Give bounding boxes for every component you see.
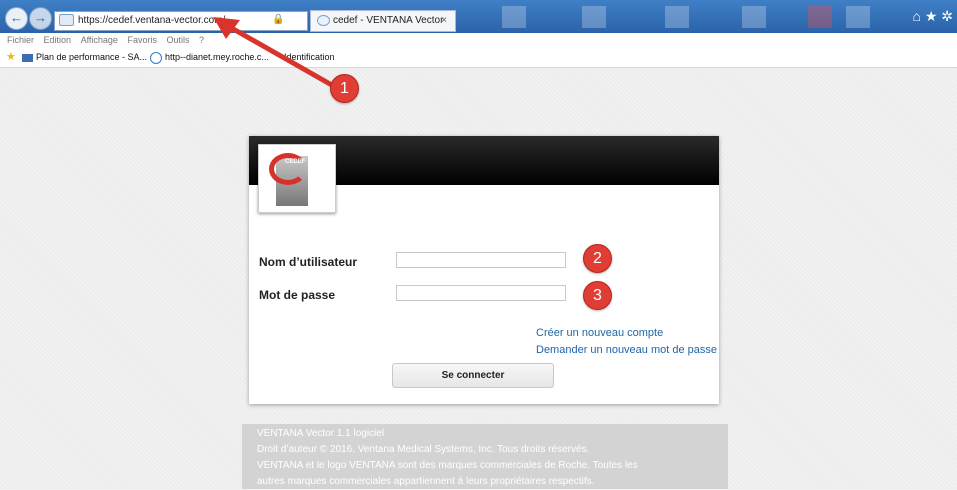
annotation-badge-1: 1: [330, 74, 359, 103]
arrow-shaft: [225, 23, 340, 91]
annotation-badge-3: 3: [583, 281, 612, 310]
annotation-badge-2: 2: [583, 244, 612, 273]
annotation-arrow: [213, 17, 340, 91]
